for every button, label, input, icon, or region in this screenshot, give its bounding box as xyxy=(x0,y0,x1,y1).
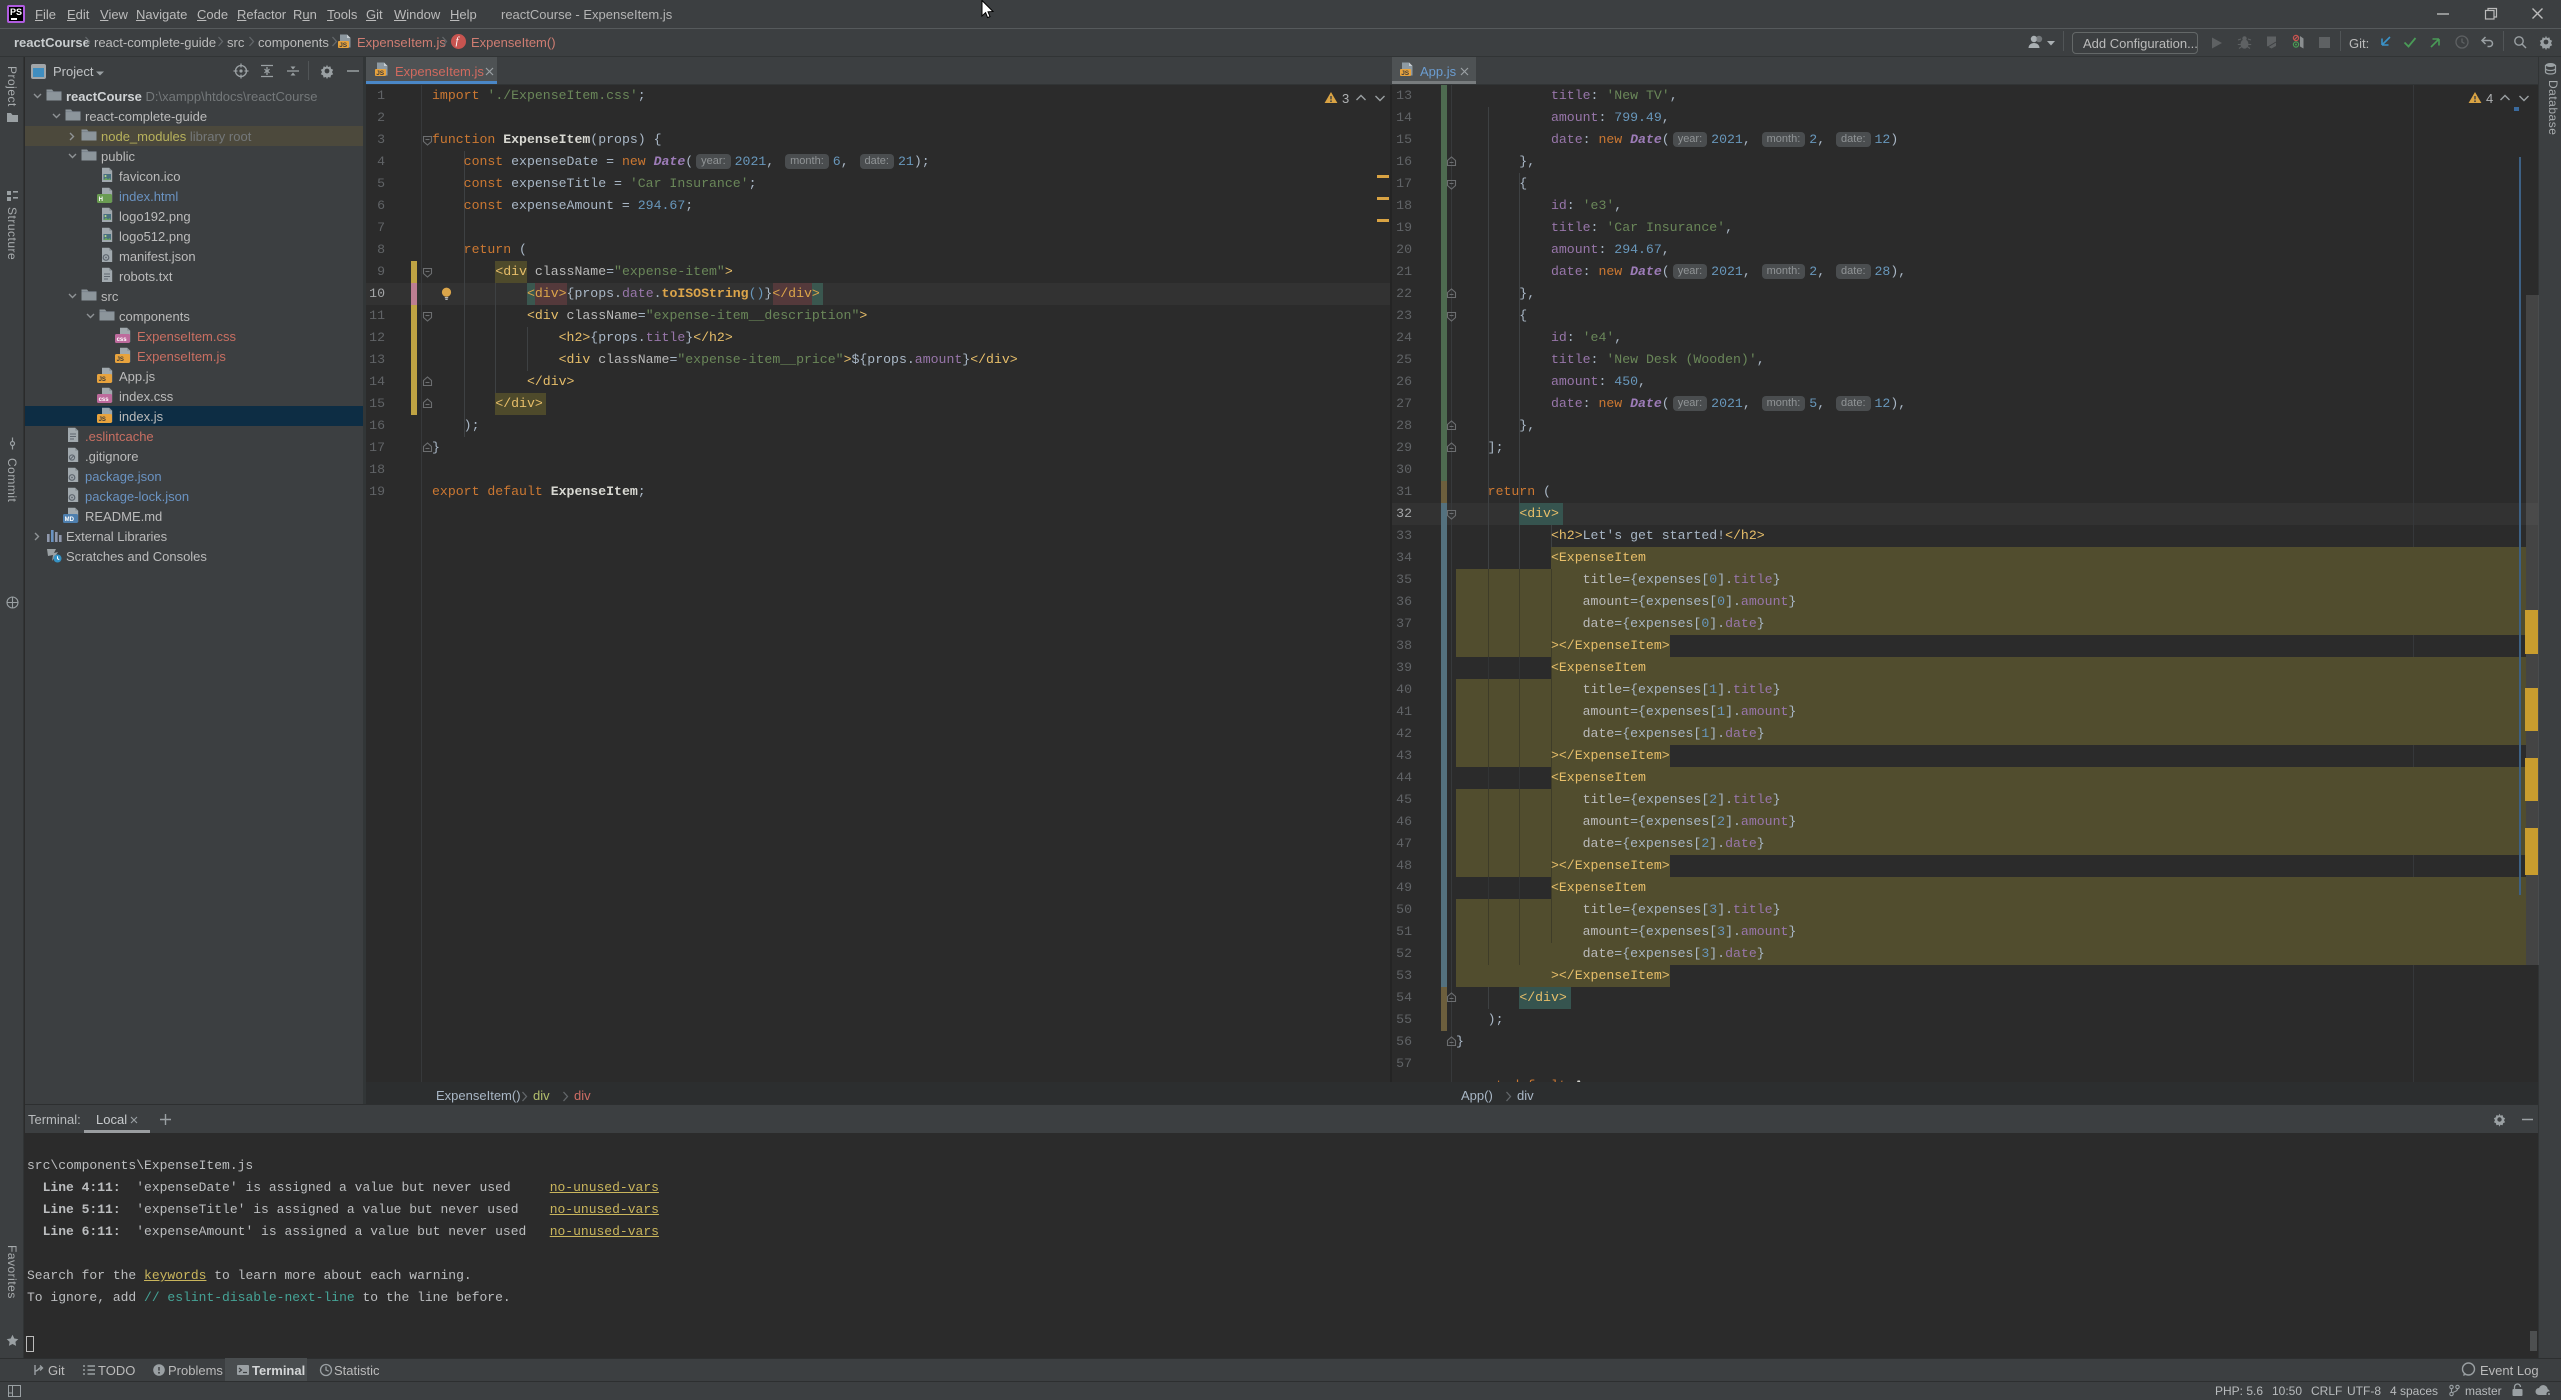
svg-text:JS: JS xyxy=(117,357,124,363)
svg-text:H: H xyxy=(99,197,103,203)
svg-text:JS: JS xyxy=(99,377,106,383)
svg-text:css: css xyxy=(99,397,110,403)
svg-text:JS: JS xyxy=(99,417,106,423)
svg-text:MD: MD xyxy=(65,517,75,523)
svg-text:css: css xyxy=(117,337,128,343)
svg-text:JS: JS xyxy=(1401,70,1410,77)
svg-text:JS: JS xyxy=(339,42,348,49)
svg-text:JS: JS xyxy=(376,70,385,77)
